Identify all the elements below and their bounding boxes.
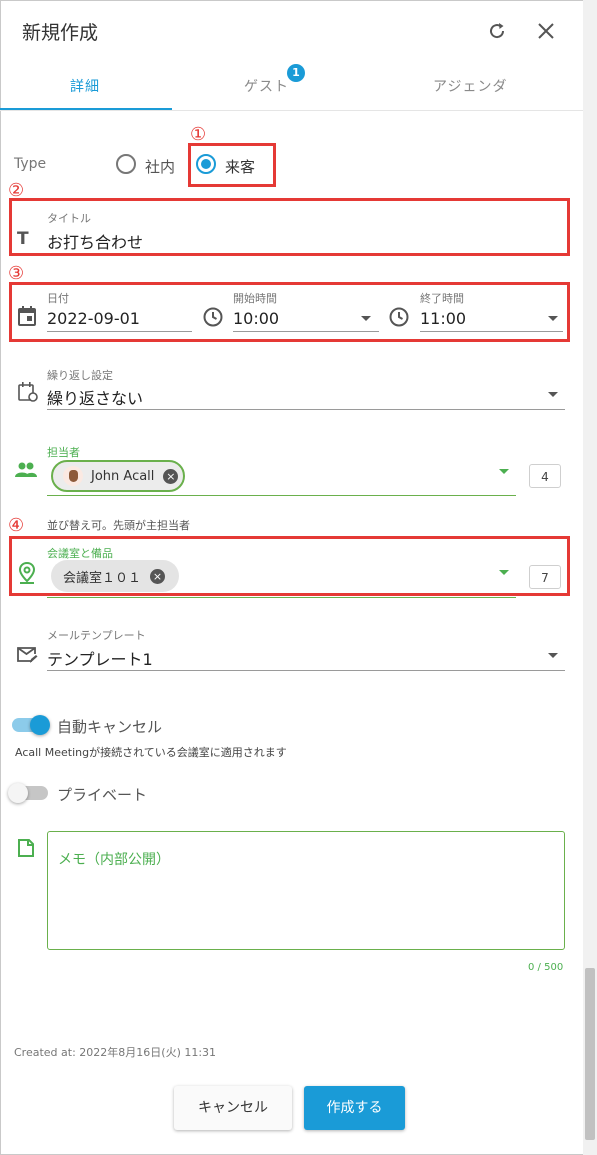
room-chip[interactable]: 会議室１０１ × xyxy=(51,560,179,592)
mail-template-label: メールテンプレート xyxy=(47,629,146,642)
private-toggle-knob[interactable] xyxy=(8,783,28,803)
note-icon xyxy=(17,838,35,862)
tab-guest[interactable]: ゲスト xyxy=(244,76,289,96)
host-chip-label: John Acall xyxy=(91,468,155,484)
auto-cancel-hint: Acall Meetingが接続されている会議室に適用されます xyxy=(15,746,287,759)
room-count-box: 7 xyxy=(529,565,561,589)
room-dropdown-icon[interactable] xyxy=(499,570,509,575)
created-at: Created at: 2022年8月16日(火) 11:31 xyxy=(14,1046,217,1059)
room-label: 会議室と備品 xyxy=(47,547,113,560)
end-time-label: 終了時間 xyxy=(420,292,464,305)
scrollbar-thumb[interactable] xyxy=(585,968,595,1140)
tab-active-indicator xyxy=(0,108,172,110)
date-label: 日付 xyxy=(47,292,69,305)
start-time-underline xyxy=(233,331,379,332)
location-pin-icon xyxy=(17,561,37,588)
people-icon xyxy=(15,462,37,482)
radio-internal-label: 社内 xyxy=(145,158,176,176)
repeat-underline xyxy=(47,409,565,410)
start-time-label: 開始時間 xyxy=(233,292,277,305)
host-count-box: 4 xyxy=(529,464,561,488)
cancel-button[interactable]: キャンセル xyxy=(174,1086,292,1130)
repeat-select[interactable]: 繰り返さない xyxy=(47,385,143,409)
mail-template-dropdown-icon[interactable] xyxy=(548,653,558,658)
auto-cancel-toggle-knob[interactable] xyxy=(30,715,50,735)
avatar xyxy=(63,466,83,486)
radio-visitor[interactable] xyxy=(196,154,216,174)
end-time-underline xyxy=(420,331,563,332)
auto-cancel-label: 自動キャンセル xyxy=(57,718,163,736)
room-underline xyxy=(47,597,516,598)
memo-placeholder: メモ（内部公開） xyxy=(58,852,170,868)
host-dropdown-icon[interactable] xyxy=(499,469,509,474)
mail-edit-icon xyxy=(16,645,38,669)
create-button[interactable]: 作成する xyxy=(304,1086,405,1130)
end-time-select[interactable]: 11:00 xyxy=(420,309,466,328)
title-label: タイトル xyxy=(47,212,91,225)
remove-chip-icon[interactable]: × xyxy=(150,568,166,584)
tab-agenda[interactable]: アジェンダ xyxy=(433,76,507,96)
title-input[interactable]: お打ち合わせ xyxy=(47,229,143,253)
memo-char-counter: 0 / 500 xyxy=(528,962,564,973)
calendar-repeat-icon xyxy=(17,381,39,407)
annotation-4: ④ xyxy=(8,515,25,536)
tab-baseline xyxy=(0,110,583,111)
memo-textarea[interactable]: メモ（内部公開） xyxy=(47,831,565,950)
repeat-label: 繰り返し設定 xyxy=(47,369,113,382)
mail-template-select[interactable]: テンプレート1 xyxy=(47,646,153,670)
repeat-dropdown-icon[interactable] xyxy=(548,392,558,397)
remove-chip-icon[interactable]: × xyxy=(163,468,179,484)
private-label: プライベート xyxy=(57,786,148,804)
host-chip[interactable]: John Acall × xyxy=(51,460,185,492)
clock-icon xyxy=(388,306,410,332)
date-underline xyxy=(47,331,192,332)
text-format-icon: T xyxy=(17,229,29,249)
tab-details[interactable]: 詳細 xyxy=(70,76,100,96)
date-input[interactable]: 2022-09-01 xyxy=(47,309,140,328)
start-time-select[interactable]: 10:00 xyxy=(233,309,279,328)
type-label: Type xyxy=(14,156,47,172)
guest-count-badge: 1 xyxy=(287,64,305,82)
radio-visitor-label: 来客 xyxy=(225,158,256,176)
clock-icon xyxy=(202,306,224,332)
end-time-dropdown-icon[interactable] xyxy=(548,316,558,321)
annotation-1: ① xyxy=(190,124,207,145)
close-icon[interactable] xyxy=(535,20,557,42)
start-time-dropdown-icon[interactable] xyxy=(361,316,371,321)
host-label: 担当者 xyxy=(47,446,80,459)
room-chip-label: 会議室１０１ xyxy=(63,570,142,586)
host-hint: 並び替え可。先頭が主担当者 xyxy=(47,519,190,532)
dialog-title: 新規作成 xyxy=(22,22,99,44)
mail-template-underline xyxy=(47,670,565,671)
host-underline xyxy=(47,495,516,496)
annotation-3: ③ xyxy=(8,263,25,284)
calendar-icon xyxy=(17,305,37,331)
refresh-icon[interactable] xyxy=(486,20,508,42)
radio-internal[interactable] xyxy=(116,154,136,174)
